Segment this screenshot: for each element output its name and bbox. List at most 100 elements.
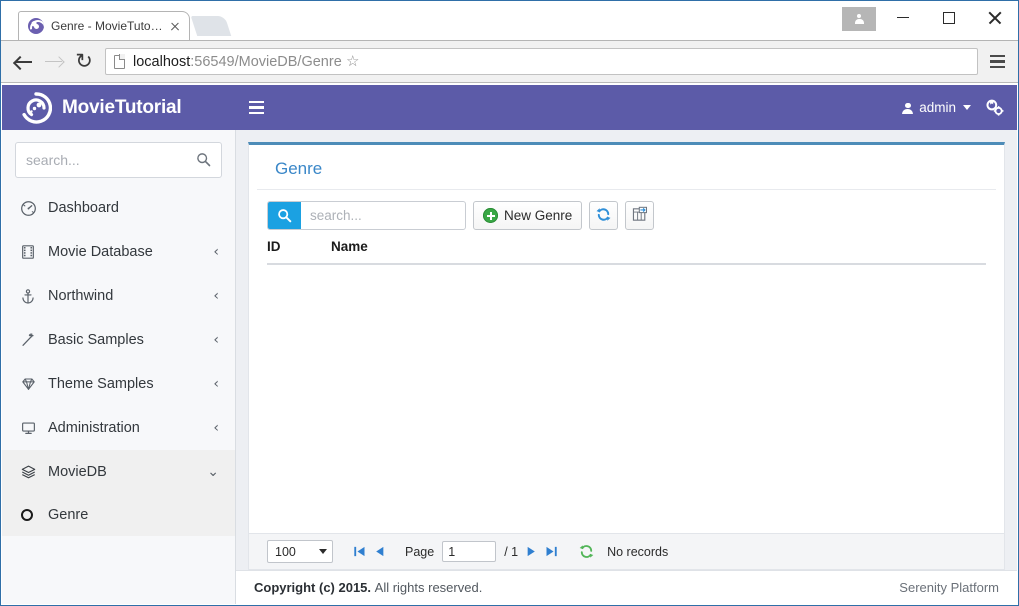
window-close-icon[interactable] xyxy=(972,3,1018,32)
page-number-value: 1 xyxy=(448,544,456,559)
profile-icon[interactable] xyxy=(842,6,876,31)
sidebar: search... Dashboard Movie Database ‹ Nor… xyxy=(2,130,236,604)
gears-icon[interactable] xyxy=(983,85,1005,130)
brand-title: MovieTutorial xyxy=(62,96,182,118)
hamburger-toggle-icon[interactable] xyxy=(236,85,276,130)
sidebar-subitem-label: Genre xyxy=(48,507,89,523)
grid-body xyxy=(267,265,986,533)
sidebar-item-label: Northwind xyxy=(48,288,114,304)
grid-column-id[interactable]: ID xyxy=(267,239,331,254)
sidebar-menu: Dashboard Movie Database ‹ Northwind ‹ B… xyxy=(2,186,235,536)
anchor-icon xyxy=(20,288,42,305)
user-icon xyxy=(902,102,914,114)
back-arrow-icon[interactable] xyxy=(9,47,39,77)
reload-icon[interactable]: ↻ xyxy=(69,47,99,77)
app-body: search... Dashboard Movie Database ‹ Nor… xyxy=(2,130,1017,604)
sidebar-item-moviedb[interactable]: MovieDB ⌄ xyxy=(2,450,235,494)
previous-page-icon[interactable] xyxy=(374,545,385,558)
magic-wand-icon xyxy=(20,332,42,348)
app-footer: Copyright (c) 2015. All rights reserved.… xyxy=(236,570,1017,604)
user-menu[interactable]: admin xyxy=(894,85,979,130)
film-strip-icon xyxy=(20,244,42,260)
sidebar-item-chevron: ⌄ xyxy=(207,464,219,480)
new-tab-button[interactable] xyxy=(190,16,232,36)
refresh-button[interactable] xyxy=(589,201,619,230)
column-picker-button[interactable] xyxy=(625,201,655,230)
search-input[interactable]: search... xyxy=(301,202,465,229)
browser-titlebar: Genre - MovieTutorial xyxy=(1,1,1018,40)
layers-icon xyxy=(20,464,42,480)
page-size-select[interactable]: 100 xyxy=(267,540,333,563)
search-icon[interactable] xyxy=(268,202,301,229)
tab-title: Genre - MovieTutorial xyxy=(51,19,163,33)
serenity-swirl-logo xyxy=(20,91,52,124)
page-number-input[interactable]: 1 xyxy=(442,541,497,562)
grid-toolbar: search... New Genre xyxy=(249,190,1004,239)
sidebar-item-label: MovieDB xyxy=(48,464,107,480)
sidebar-item-dashboard[interactable]: Dashboard xyxy=(2,186,235,230)
content-area: Genre search... New Genre ID Name 100 Pa… xyxy=(236,130,1017,604)
refresh-arrows-icon xyxy=(595,206,612,226)
sidebar-search-placeholder: search... xyxy=(26,152,80,168)
genre-panel: Genre search... New Genre ID Name 100 Pa… xyxy=(248,142,1005,570)
genre-grid: ID Name xyxy=(267,239,986,533)
sidebar-item-label: Dashboard xyxy=(48,200,119,216)
forward-arrow-icon[interactable] xyxy=(39,47,69,77)
sidebar-item-chevron: ‹ xyxy=(213,420,219,436)
page-title: Genre xyxy=(257,145,996,190)
sidebar-item-chevron: ‹ xyxy=(213,244,219,260)
user-name: admin xyxy=(919,100,956,115)
page-label: Page xyxy=(405,544,435,559)
sidebar-item-northwind[interactable]: Northwind ‹ xyxy=(2,274,235,318)
window-controls xyxy=(842,1,1018,34)
new-genre-button[interactable]: New Genre xyxy=(473,201,583,230)
url-path: :56549/MovieDB/Genre xyxy=(190,53,342,70)
browser-window: Genre - MovieTutorial ↻ localhost:56549/… xyxy=(0,0,1019,606)
footer-copyright-bold: Copyright (c) 2015. xyxy=(254,580,372,595)
pager-status: No records xyxy=(607,544,669,559)
last-page-icon[interactable] xyxy=(545,545,558,558)
sidebar-item-movie-database[interactable]: Movie Database ‹ xyxy=(2,230,235,274)
sidebar-item-chevron: ‹ xyxy=(213,376,219,392)
sidebar-item-chevron: ‹ xyxy=(213,288,219,304)
minimize-icon[interactable] xyxy=(880,3,926,32)
sidebar-item-label: Theme Samples xyxy=(48,376,154,392)
footer-copyright-rest: All rights reserved. xyxy=(374,580,483,595)
search-icon xyxy=(196,152,211,169)
sidebar-item-basic-samples[interactable]: Basic Samples ‹ xyxy=(2,318,235,362)
grid-header-row: ID Name xyxy=(267,239,986,265)
brand-logo-link[interactable]: MovieTutorial xyxy=(2,85,236,130)
diamond-icon xyxy=(20,376,42,392)
sidebar-item-chevron: ‹ xyxy=(213,332,219,348)
url-text: localhost:56549/MovieDB/Genre xyxy=(133,54,342,70)
sidebar-item-theme-samples[interactable]: Theme Samples ‹ xyxy=(2,362,235,406)
next-page-icon[interactable] xyxy=(526,545,537,558)
first-page-icon[interactable] xyxy=(353,545,366,558)
sidebar-search-input[interactable]: search... xyxy=(15,142,222,178)
browser-tab[interactable]: Genre - MovieTutorial xyxy=(18,11,190,40)
hamburger-menu-icon[interactable] xyxy=(984,49,1010,75)
dashboard-speedometer-icon xyxy=(20,200,42,217)
close-icon[interactable] xyxy=(167,18,183,34)
total-pages: / 1 xyxy=(504,544,519,559)
grid-search[interactable]: search... xyxy=(267,201,466,230)
pager-refresh-icon[interactable] xyxy=(578,543,595,560)
sidebar-item-administration[interactable]: Administration ‹ xyxy=(2,406,235,450)
url-host: localhost xyxy=(133,53,191,70)
app-header: MovieTutorial admin xyxy=(2,85,1017,130)
grid-column-name[interactable]: Name xyxy=(331,239,986,254)
app-header-right: admin xyxy=(894,85,1017,130)
serenity-swirl-icon xyxy=(28,18,44,34)
bookmark-star-icon[interactable]: ☆ xyxy=(342,54,364,69)
sidebar-item-label: Movie Database xyxy=(48,244,153,260)
maximize-icon[interactable] xyxy=(926,3,972,32)
column-picker-icon xyxy=(631,206,648,226)
grid-pager: 100 Page 1 / 1 No records xyxy=(249,533,1004,569)
sidebar-item-label: Administration xyxy=(48,420,140,436)
circle-icon xyxy=(20,509,42,521)
browser-navbar: ↻ localhost:56549/MovieDB/Genre ☆ xyxy=(1,40,1018,83)
plus-circle-icon xyxy=(483,208,498,223)
address-bar[interactable]: localhost:56549/MovieDB/Genre ☆ xyxy=(105,48,978,75)
chevron-down-icon xyxy=(319,549,327,554)
sidebar-item-genre[interactable]: Genre xyxy=(2,494,235,536)
